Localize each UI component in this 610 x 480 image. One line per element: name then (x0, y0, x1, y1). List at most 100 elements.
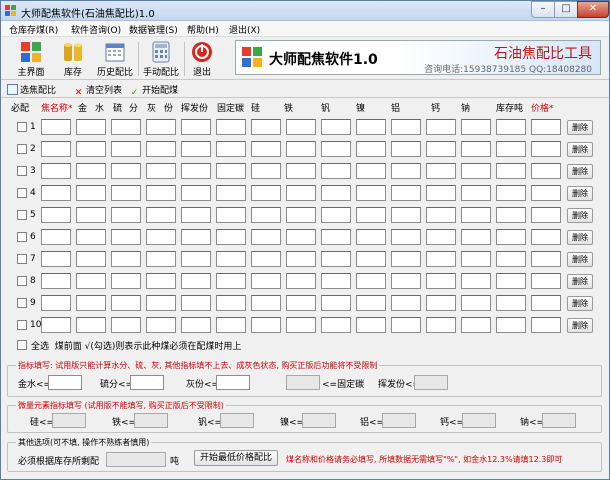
grid-cell-input[interactable] (531, 185, 561, 201)
grid-cell-input[interactable] (531, 207, 561, 223)
grid-cell-input[interactable] (496, 119, 526, 135)
grid-cell-input[interactable] (531, 229, 561, 245)
grid-cell-input[interactable] (531, 251, 561, 267)
grid-cell-input[interactable] (391, 163, 421, 179)
row-delete-button[interactable]: 删除 (567, 230, 593, 245)
menu-exit[interactable]: 退出(X) (229, 23, 260, 36)
grid-cell-input[interactable] (496, 317, 526, 333)
grid-cell-input[interactable] (146, 317, 176, 333)
grid-cell-input[interactable] (321, 163, 351, 179)
toolbar-stock-button[interactable]: 库存 (55, 39, 91, 79)
grid-cell-input[interactable] (391, 251, 421, 267)
grid-cell-input[interactable] (356, 141, 386, 157)
grid-cell-input[interactable] (181, 163, 211, 179)
row-required-checkbox[interactable] (17, 144, 27, 154)
grid-cell-input[interactable] (181, 317, 211, 333)
grid-cell-input[interactable] (41, 163, 71, 179)
grid-cell-input[interactable] (286, 163, 316, 179)
menu-stock[interactable]: 仓库存煤(R) (9, 23, 58, 36)
grid-cell-input[interactable] (41, 295, 71, 311)
grid-cell-input[interactable] (181, 295, 211, 311)
grid-cell-input[interactable] (531, 273, 561, 289)
grid-cell-input[interactable] (111, 273, 141, 289)
grid-cell-input[interactable] (391, 141, 421, 157)
close-button[interactable]: ✕ (577, 1, 609, 18)
grid-cell-input[interactable] (321, 119, 351, 135)
grid-cell-input[interactable] (321, 185, 351, 201)
grid-cell-input[interactable] (251, 273, 281, 289)
grid-cell-input[interactable] (216, 251, 246, 267)
grid-cell-input[interactable] (461, 141, 491, 157)
grid-cell-input[interactable] (251, 163, 281, 179)
select-coke-button[interactable]: 选焦配比 (7, 83, 56, 96)
grid-cell-input[interactable] (181, 251, 211, 267)
grid-cell-input[interactable] (426, 163, 456, 179)
row-required-checkbox[interactable] (17, 232, 27, 242)
grid-cell-input[interactable] (111, 163, 141, 179)
grid-cell-input[interactable] (531, 295, 561, 311)
grid-cell-input[interactable] (76, 251, 106, 267)
grid-cell-input[interactable] (111, 119, 141, 135)
grid-cell-input[interactable] (41, 141, 71, 157)
grid-cell-input[interactable] (496, 185, 526, 201)
grid-cell-input[interactable] (251, 317, 281, 333)
grid-cell-input[interactable] (496, 141, 526, 157)
trace-input[interactable] (134, 413, 168, 428)
grid-cell-input[interactable] (76, 229, 106, 245)
row-delete-button[interactable]: 删除 (567, 142, 593, 157)
lowest-price-button[interactable]: 开始最低价格配比 (194, 450, 278, 466)
grid-cell-input[interactable] (181, 207, 211, 223)
grid-cell-input[interactable] (496, 207, 526, 223)
toolbar-history-button[interactable]: 历史配比 (95, 39, 135, 79)
grid-cell-input[interactable] (391, 207, 421, 223)
grid-cell-input[interactable] (496, 251, 526, 267)
grid-cell-input[interactable] (76, 273, 106, 289)
grid-cell-input[interactable] (391, 273, 421, 289)
grid-cell-input[interactable] (496, 273, 526, 289)
grid-cell-input[interactable] (76, 185, 106, 201)
grid-cell-input[interactable] (426, 185, 456, 201)
trace-input[interactable] (52, 413, 86, 428)
row-required-checkbox[interactable] (17, 122, 27, 132)
select-all-checkbox[interactable] (17, 340, 27, 350)
grid-cell-input[interactable] (286, 229, 316, 245)
grid-cell-input[interactable] (321, 251, 351, 267)
grid-cell-input[interactable] (531, 141, 561, 157)
grid-cell-input[interactable] (76, 207, 106, 223)
grid-cell-input[interactable] (251, 295, 281, 311)
trace-input[interactable] (542, 413, 576, 428)
grid-cell-input[interactable] (111, 229, 141, 245)
grid-cell-input[interactable] (41, 251, 71, 267)
minimize-button[interactable]: – (531, 1, 555, 18)
grid-cell-input[interactable] (251, 251, 281, 267)
grid-cell-input[interactable] (461, 273, 491, 289)
grid-cell-input[interactable] (321, 273, 351, 289)
grid-cell-input[interactable] (146, 119, 176, 135)
grid-cell-input[interactable] (356, 119, 386, 135)
grid-cell-input[interactable] (461, 229, 491, 245)
grid-cell-input[interactable] (356, 295, 386, 311)
grid-cell-input[interactable] (146, 207, 176, 223)
grid-cell-input[interactable] (76, 119, 106, 135)
grid-cell-input[interactable] (286, 141, 316, 157)
grid-cell-input[interactable] (426, 251, 456, 267)
grid-cell-input[interactable] (76, 317, 106, 333)
grid-cell-input[interactable] (146, 229, 176, 245)
row-delete-button[interactable]: 删除 (567, 120, 593, 135)
grid-cell-input[interactable] (531, 119, 561, 135)
grid-cell-input[interactable] (251, 119, 281, 135)
grid-cell-input[interactable] (321, 229, 351, 245)
row-delete-button[interactable]: 删除 (567, 208, 593, 223)
grid-cell-input[interactable] (76, 163, 106, 179)
grid-cell-input[interactable] (146, 185, 176, 201)
trace-input[interactable] (382, 413, 416, 428)
volatile-input[interactable] (414, 375, 448, 390)
grid-cell-input[interactable] (461, 317, 491, 333)
menu-help[interactable]: 帮助(H) (187, 23, 219, 36)
grid-cell-input[interactable] (216, 229, 246, 245)
grid-cell-input[interactable] (531, 163, 561, 179)
toolbar-main-button[interactable]: 主界面 (11, 39, 51, 79)
grid-cell-input[interactable] (76, 295, 106, 311)
grid-cell-input[interactable] (146, 273, 176, 289)
grid-cell-input[interactable] (181, 185, 211, 201)
